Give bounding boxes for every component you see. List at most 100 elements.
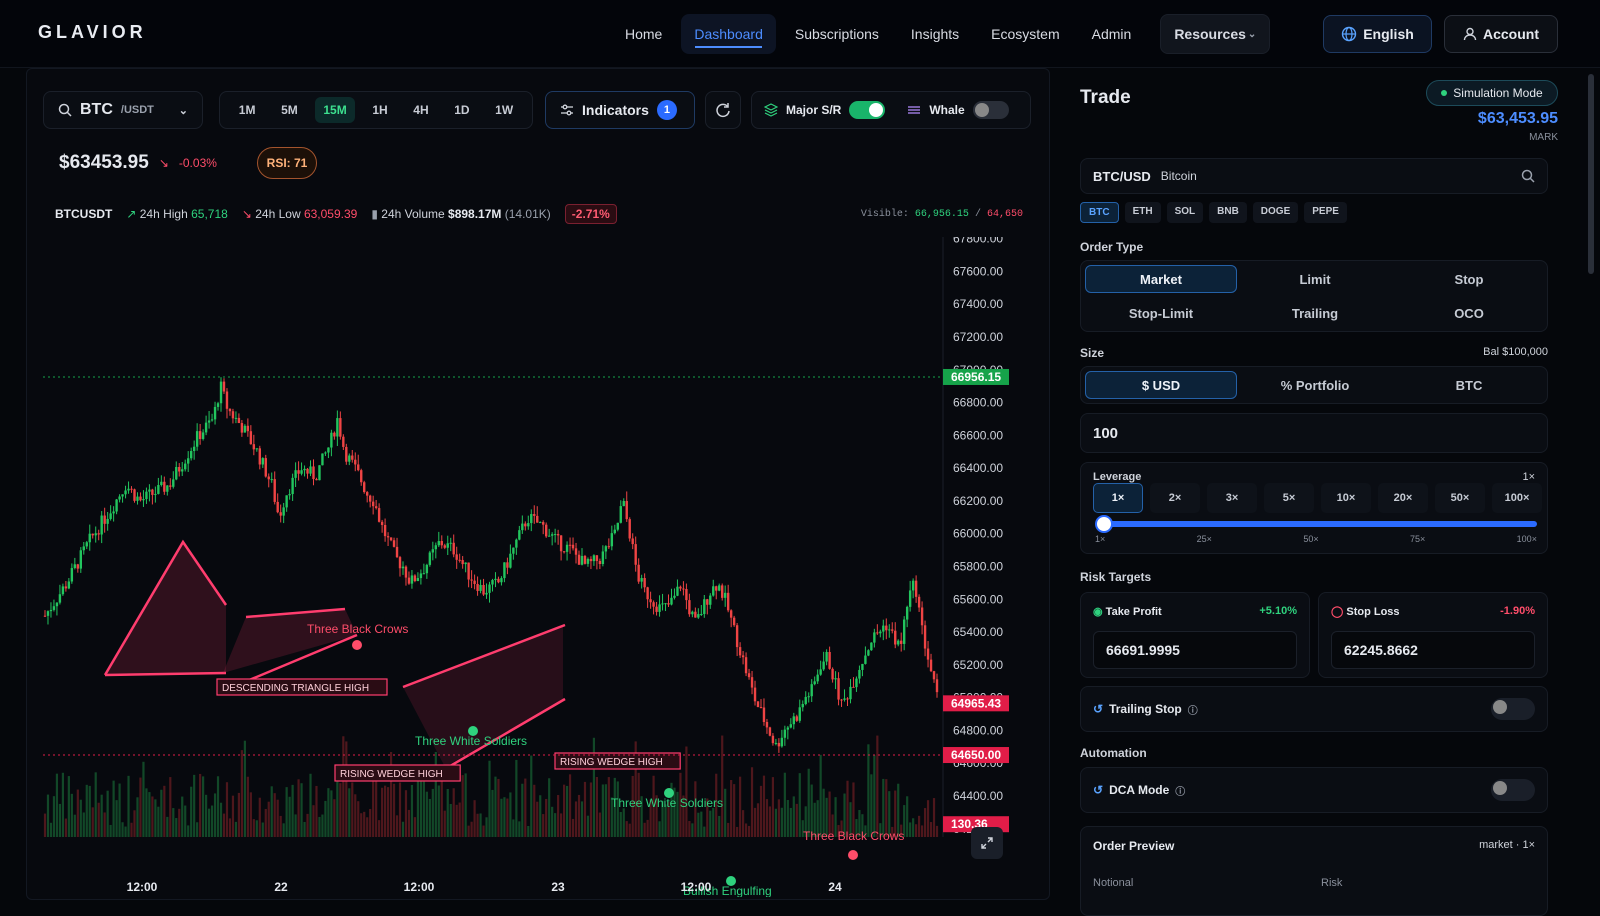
nav-resources-dropdown[interactable]: Resources ⌄ xyxy=(1160,14,1271,54)
leverage-3x[interactable]: 3× xyxy=(1207,483,1257,513)
timeframe-1m[interactable]: 1M xyxy=(231,97,264,123)
order-type-limit[interactable]: Limit xyxy=(1239,265,1391,293)
scrollbar[interactable] xyxy=(1588,74,1594,274)
coin-bnb[interactable]: BNB xyxy=(1209,202,1247,223)
nav-subscriptions[interactable]: Subscriptions xyxy=(782,14,892,54)
volume-bar xyxy=(736,826,739,837)
user-icon xyxy=(1463,27,1477,41)
timeframe-15m[interactable]: 15M xyxy=(315,97,355,123)
size-mode-usd[interactable]: $ USD xyxy=(1085,371,1237,399)
risk-label: Risk xyxy=(1321,877,1343,889)
candle-body xyxy=(404,566,408,578)
nav-ecosystem[interactable]: Ecosystem xyxy=(978,14,1072,54)
volume-bar xyxy=(509,792,512,837)
volume-bar xyxy=(294,814,297,837)
leverage-20x[interactable]: 20× xyxy=(1378,483,1428,513)
refresh-button[interactable] xyxy=(705,91,741,129)
language-button[interactable]: English xyxy=(1323,15,1432,53)
candle-body xyxy=(431,549,435,553)
timeframe-1d[interactable]: 1D xyxy=(446,97,477,123)
order-type-market[interactable]: Market xyxy=(1085,265,1237,293)
candle-body xyxy=(810,684,813,697)
leverage-slider[interactable] xyxy=(1103,521,1537,527)
candle-body xyxy=(688,600,691,615)
leverage-50x[interactable]: 50× xyxy=(1435,483,1485,513)
candle-body xyxy=(437,541,440,546)
volume-bar xyxy=(912,818,915,837)
candle-body xyxy=(446,543,449,548)
take-profit-input[interactable]: 66691.9995 xyxy=(1093,631,1297,669)
timeframe-4h[interactable]: 4H xyxy=(405,97,436,123)
major-sr-toggle[interactable] xyxy=(849,101,886,119)
stop-loss-input[interactable]: 62245.8662 xyxy=(1331,631,1535,669)
volume-bar xyxy=(926,800,930,837)
coin-pepe[interactable]: PEPE xyxy=(1304,202,1347,223)
logo[interactable]: GLAVIOR xyxy=(38,22,147,43)
coin-eth[interactable]: ETH xyxy=(1124,202,1161,223)
volume-bar xyxy=(765,799,769,837)
candle-body xyxy=(52,606,56,610)
dca-mode-toggle[interactable] xyxy=(1491,779,1535,801)
timeframe-1h[interactable]: 1H xyxy=(364,97,395,123)
order-type-oco[interactable]: OCO xyxy=(1393,299,1545,327)
size-input[interactable]: 100 xyxy=(1080,413,1548,453)
leverage-5x[interactable]: 5× xyxy=(1264,483,1314,513)
coin-sol[interactable]: SOL xyxy=(1166,202,1204,223)
volume-bar xyxy=(303,821,306,837)
candle-body xyxy=(813,681,816,685)
chart-panel: BTC /USDT ⌄ 1M 5M 15M 1H 4H 1D 1W Indica… xyxy=(26,68,1050,900)
volume-bar xyxy=(348,788,351,837)
scale-75x: 75× xyxy=(1410,534,1426,544)
volume-bar xyxy=(351,782,354,837)
candle-body xyxy=(882,625,885,632)
candle-body xyxy=(533,514,536,516)
price-chart[interactable]: 67800.0067600.0067400.0067200.0067000.00… xyxy=(43,237,1011,897)
risk-targets-label: Risk Targets xyxy=(1080,570,1152,584)
order-type-stop[interactable]: Stop xyxy=(1393,265,1545,293)
coin-name: Bitcoin xyxy=(1160,169,1197,183)
volume-bar xyxy=(264,808,267,837)
volume-bar xyxy=(560,813,563,837)
candle-body xyxy=(631,538,634,545)
nav-admin[interactable]: Admin xyxy=(1079,14,1145,54)
coin-doge[interactable]: DOGE xyxy=(1252,202,1299,223)
volume-bar xyxy=(747,825,751,837)
leverage-2x[interactable]: 2× xyxy=(1150,483,1200,513)
candle-body xyxy=(467,562,470,580)
symbol-selector[interactable]: BTC /USDT ⌄ xyxy=(43,91,203,129)
order-preview-meta: market · 1× xyxy=(1479,839,1535,851)
leverage-1x[interactable]: 1× xyxy=(1093,483,1143,513)
account-button[interactable]: Account xyxy=(1444,15,1558,53)
simulation-mode-badge[interactable]: Simulation Mode xyxy=(1426,80,1558,106)
candle-body xyxy=(738,647,742,656)
volume-bar xyxy=(401,821,405,837)
nav-dashboard[interactable]: Dashboard xyxy=(681,14,776,54)
volume-bar xyxy=(619,812,622,837)
nav-insights[interactable]: Insights xyxy=(898,14,972,54)
volume-bar xyxy=(685,746,688,837)
volume-bar xyxy=(222,813,226,837)
leverage-100x[interactable]: 100× xyxy=(1492,483,1542,513)
candle-body xyxy=(682,588,685,590)
leverage-10x[interactable]: 10× xyxy=(1321,483,1371,513)
order-type-stop-limit[interactable]: Stop-Limit xyxy=(1085,299,1237,327)
indicators-button[interactable]: Indicators 1 xyxy=(545,91,695,129)
fullscreen-button[interactable] xyxy=(971,827,1003,859)
asset-search[interactable]: BTC/USD Bitcoin xyxy=(1080,158,1548,194)
take-profit-value: 66691.9995 xyxy=(1106,642,1180,658)
timeframe-5m[interactable]: 5M xyxy=(273,97,306,123)
volume-bar xyxy=(342,736,345,837)
trailing-stop-toggle[interactable] xyxy=(1491,698,1535,720)
leverage-slider-handle[interactable] xyxy=(1095,515,1113,533)
whale-toggle[interactable] xyxy=(972,101,1009,119)
candle-body xyxy=(148,489,151,492)
order-type-trailing[interactable]: Trailing xyxy=(1239,299,1391,327)
volume-bar xyxy=(580,801,584,837)
nav-home[interactable]: Home xyxy=(612,14,675,54)
coin-btc[interactable]: BTC xyxy=(1080,202,1119,223)
size-mode-portfolio[interactable]: % Portfolio xyxy=(1239,371,1391,399)
size-mode-btc[interactable]: BTC xyxy=(1393,371,1545,399)
volume-bar xyxy=(88,785,91,837)
timeframe-1w[interactable]: 1W xyxy=(487,97,521,123)
volume-bar xyxy=(240,750,243,837)
